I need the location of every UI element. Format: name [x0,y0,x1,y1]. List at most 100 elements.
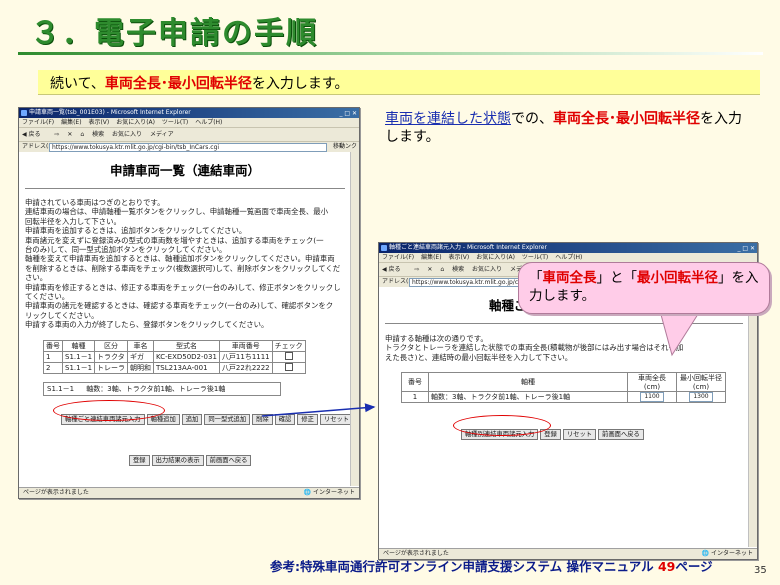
callout-part: 「 [529,270,543,286]
forward-icon[interactable]: ⇨ [54,131,59,138]
back-label: 戻る [28,131,41,138]
turning-radius-input[interactable]: 1300 [689,392,713,403]
footer-suffix: ページ [675,559,713,574]
window-controls[interactable]: _ □ ✕ [737,244,755,253]
row-checkbox[interactable] [284,351,293,360]
menu-file[interactable]: ファイル(F) [22,119,54,126]
back-to-previous-button[interactable]: 前画面へ戻る [598,429,644,441]
show-results-button[interactable]: 出力結果の表示 [151,454,204,466]
slide-title: ３．電子申請の手順 [30,16,318,51]
col-header: 番号 [43,339,63,352]
subtitle-part: を入力します。 [251,76,349,92]
delete-button[interactable]: 削除 [252,413,273,425]
menu-help[interactable]: ヘルプ(H) [195,119,222,126]
instruction-line: リックしてください。 [25,310,99,320]
footer-reference: 参考:特殊車両通行許可オンライン申請支援システム 操作マニュアル 49ページ [270,556,713,575]
home-icon[interactable]: ⌂ [80,131,84,138]
address-input[interactable]: https://www.tokusya.ktr.mlit.go.jp/cgi-b… [49,143,327,152]
vehicle-length-input[interactable]: 1100 [640,392,664,403]
register-button[interactable]: 登録 [129,454,150,466]
back-button[interactable]: ◀ 戻る [382,266,407,273]
callout-bubble: 「車両全長」と「最小回転半径」を入力します。 [518,262,770,314]
zone-indicator: 🌐 インターネット [303,489,355,496]
back-button[interactable]: ◀ 戻る [22,131,47,138]
cell-kind: トラクタ [94,350,129,363]
cell-axis: 軸数：3軸、トラクタ前1軸、トレーラ後1軸 [428,391,628,404]
menu-tools[interactable]: ツール(T) [162,119,188,126]
instruction-line: 申請車両の諸元を確認するときは、確認する車両をチェック(一台のみ)して、確認ボタ… [25,301,334,311]
favorites-button[interactable]: お気に入り [112,131,142,138]
table-row: 2 S1.1－1 トレーラ 朝明和 TSL213AA-001 八戸22れ2222 [43,361,306,374]
toolbar: ◀ 戻る ⇨ ✕ ⌂ 検索 お気に入り メディア [19,128,359,142]
stop-icon[interactable]: ✕ [427,266,432,273]
back-label: 戻る [388,266,401,273]
instruction-line: 回転半径を入力して下さい。 [25,216,121,226]
menu-favorites[interactable]: お気に入り(A) [476,254,515,261]
add-button[interactable]: 追加 [181,413,203,425]
instruction-line: トラクタとトレーラを連結した状態での車両全長(積載物が後部にはみ出す場合はそれも… [385,343,684,353]
cell-maker: ギガ [127,350,155,363]
table-row: 1 軸数：3軸、トラクタ前1軸、トレーラ後1軸 1100 1300 [401,391,726,404]
subtitle-banner: 続いて、車両全長･最小回転半径を入力します。 [38,70,760,95]
col-header: 番号 [401,372,429,393]
right-note: 車両を連結した状態での、車両全長･最小回転半径を入力します。 [385,110,755,146]
media-button[interactable]: メディア [150,131,174,138]
axis-code: S1.1－1 [47,384,75,393]
menu-edit[interactable]: 編集(E) [421,254,441,261]
col-header: 車両番号 [218,339,273,352]
menu-tools[interactable]: ツール(T) [522,254,548,261]
reset-button[interactable]: リセット [319,413,354,425]
status-bar: ページが表示されました 🌐 インターネット [19,487,359,498]
confirm-button[interactable]: 確認 [274,413,296,425]
instruction-line: 申請車両を追加するときは、追加ボタンをクリックしてください。 [25,226,247,236]
window-controls[interactable]: _ □ ✕ [339,109,357,118]
instruction-line: 申請する車両の入力が終了したら、登録ボタンをクリックしてください。 [25,320,269,330]
menu-view[interactable]: 表示(V) [88,119,109,126]
action-buttons: 軸種別連結車両諸元入力 登録 リセット 前画面へ戻る [453,415,749,441]
add-same-model-button[interactable]: 同一型式追加 [204,413,251,425]
footer-page: 49 [657,559,676,574]
axis-description: 軸数：3軸、トラクタ前1軸、トレーラ後1軸 [86,384,226,393]
instruction-line: 台のみ)して、同一型式追加ボタンをクリックしてください。 [25,245,227,255]
links-button[interactable]: リンク [339,142,357,152]
menu-bar: ファイル(F) 編集(E) 表示(V) お気に入り(A) ツール(T) ヘルプ(… [19,118,359,128]
stop-icon[interactable]: ✕ [67,131,72,138]
window-title: 軸種ごと連結車両諸元入力 - Microsoft Internet Explor… [389,244,547,251]
col-header: 最小回転半径(cm) [676,372,726,393]
search-button[interactable]: 検索 [452,266,464,273]
menu-file[interactable]: ファイル(F) [382,254,414,261]
favorites-button[interactable]: お気に入り [472,266,502,273]
col-header: 型式名 [153,339,220,352]
table-row: 1 S1.1－1 トラクタ ギガ KC-EXD50D2-031 八戸11ち111… [43,350,306,363]
menu-help[interactable]: ヘルプ(H) [555,254,582,261]
row-checkbox[interactable] [284,362,293,371]
vertical-scrollbar[interactable] [748,287,757,547]
instructions: 申請する軸種は次の通りです。 トラクタとトレーラを連結した状態での車両全長(積載… [379,334,749,362]
cell-no: 1 [43,350,63,363]
col-header: 区分 [94,339,129,352]
zone-text: インターネット [710,550,753,557]
footer-text: 参考:特殊車両通行許可オンライン申請支援システム 操作マニュアル [270,559,658,574]
action-buttons: 軸種ごと連結車両諸元入力 軸種追加 追加 同一型式追加 削除 確認 修正 リセット [53,399,354,425]
reset-button[interactable]: リセット [562,429,597,441]
col-header: 軸種 [61,339,96,352]
col-header: 車両全長(cm) [627,372,677,393]
modify-button[interactable]: 修正 [297,413,318,425]
home-icon[interactable]: ⌂ [440,266,444,273]
ie-icon [381,245,387,251]
menu-view[interactable]: 表示(V) [448,254,469,261]
subtitle-highlight: 車両全長･最小回転半径 [104,76,252,92]
menu-edit[interactable]: 編集(E) [61,119,81,126]
table-header-row: 番号 軸種 車両全長(cm) 最小回転半径(cm) [401,372,726,393]
vertical-scrollbar[interactable] [350,152,359,486]
table-header-row: 番号 軸種 区分 車名 型式名 車両番号 チェック [43,339,306,352]
search-button[interactable]: 検索 [92,131,104,138]
forward-icon[interactable]: ⇨ [414,266,419,273]
menu-favorites[interactable]: お気に入り(A) [116,119,155,126]
browser-window-vehicle-list: 申請車両一覧(tsb_001E03) - Microsoft Internet … [18,107,360,499]
instruction-line: 連結車両の場合は、申請軸種一覧ボタンをクリックし、申請軸種一覧画面で車両全長、最… [25,207,329,217]
back-to-previous-button[interactable]: 前画面へ戻る [205,454,252,466]
callout-highlight: 車両全長 [542,270,597,286]
axis-table: 番号 軸種 車両全長(cm) 最小回転半径(cm) 1 軸数：3軸、トラクタ前1… [401,372,726,404]
callout-text: 「車両全長」と「最小回転半径」を入力します。 [529,269,769,305]
